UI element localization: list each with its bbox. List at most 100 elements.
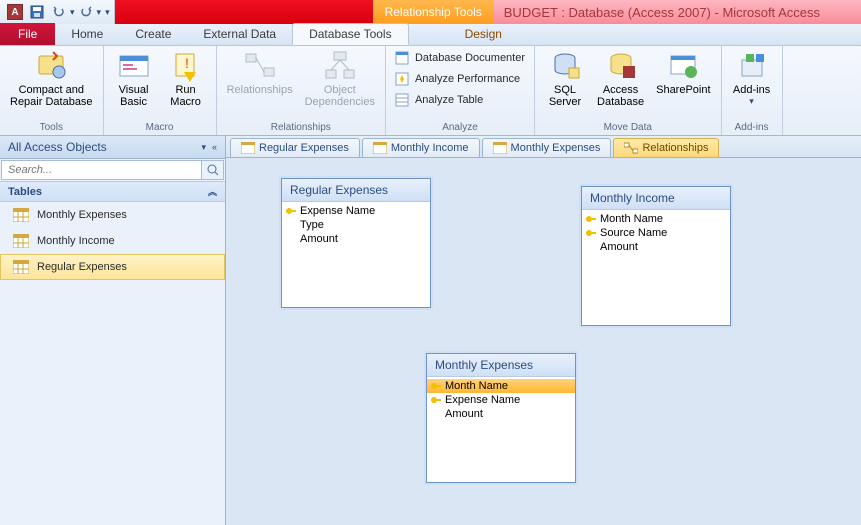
redo-icon[interactable] [77,3,95,21]
compact-repair-button[interactable]: Compact and Repair Database [6,48,97,110]
relationships-label: Relationships [227,84,293,96]
field-expense-name[interactable]: Expense Name [427,393,575,407]
field-amount[interactable]: Amount [427,407,575,421]
quick-access-toolbar: A ▾ ▾ ▾ [0,0,115,24]
group-tools: Compact and Repair Database Tools [0,46,104,135]
chevron-up-icon: ︽ [208,185,217,198]
search-input[interactable] [2,161,201,179]
group-analyze: Database Documenter Analyze Performance … [386,46,535,135]
nav-header[interactable]: All Access Objects ▾ « [0,136,225,159]
doctab-label: Regular Expenses [259,142,349,154]
table-window-title: Regular Expenses [282,179,430,202]
save-icon[interactable] [28,3,46,21]
work-area: Regular Expenses Monthly Income Monthly … [226,136,861,525]
table-window-body: Expense Name Type Amount [282,202,430,282]
group-analyze-label: Analyze [392,121,528,134]
access-database-label: Access Database [597,84,644,108]
addins-button[interactable]: Add-ins ▾ [728,48,776,109]
field-amount[interactable]: Amount [282,232,430,246]
nav-item-label: Regular Expenses [37,261,127,273]
group-addins-label: Add-ins [728,121,776,134]
doctab-regular-expenses[interactable]: Regular Expenses [230,138,360,157]
table-window-body: Month Name Source Name Amount [582,210,730,290]
field-month-name[interactable]: Month Name [427,379,575,393]
group-move-data-label: Move Data [541,121,715,134]
nav-item-monthly-expenses[interactable]: Monthly Expenses [0,202,225,228]
undo-dropdown-icon[interactable]: ▾ [70,7,75,18]
field-month-name[interactable]: Month Name [582,212,730,226]
group-tools-label: Tools [6,121,97,134]
nav-filter-dropdown-icon[interactable]: ▾ [201,142,206,153]
tab-file[interactable]: File [0,23,55,45]
group-move-data: SQL Server Access Database SharePoint Mo… [535,46,722,135]
ribbon-tabs: File Home Create External Data Database … [0,24,861,46]
tab-create[interactable]: Create [119,23,187,45]
main-area: All Access Objects ▾ « Tables ︽ Monthly … [0,136,861,525]
table-window-title: Monthly Expenses [427,354,575,377]
window-title: BUDGET : Database (Access 2007) - Micros… [494,0,861,24]
analyze-table-button[interactable]: Analyze Table [392,90,528,110]
navigation-pane: All Access Objects ▾ « Tables ︽ Monthly … [0,136,226,525]
database-documenter-button[interactable]: Database Documenter [392,48,528,68]
database-documenter-label: Database Documenter [415,52,525,64]
group-addins: Add-ins ▾ Add-ins [722,46,783,135]
run-macro-button[interactable]: ! Run Macro [162,48,210,110]
field-amount[interactable]: Amount [582,240,730,254]
table-window-title: Monthly Income [582,187,730,210]
sql-server-button[interactable]: SQL Server [541,48,589,110]
relationships-button[interactable]: Relationships [223,48,297,98]
title-bar: A ▾ ▾ ▾ Relationship Tools BUDGET : Data… [0,0,861,24]
sharepoint-label: SharePoint [656,84,710,96]
ribbon: Compact and Repair Database Tools Visual… [0,46,861,136]
object-dependencies-button[interactable]: Object Dependencies [301,48,379,110]
doctab-label: Relationships [642,142,708,154]
visual-basic-label: Visual Basic [119,84,149,108]
sql-server-label: SQL Server [549,84,581,108]
group-relationships: Relationships Object Dependencies Relati… [217,46,386,135]
svg-text:!: ! [185,55,189,71]
table-window-body: Month Name Expense Name Amount [427,377,575,457]
table-window-monthly-income[interactable]: Monthly Income Month Name Source Name Am… [581,186,731,326]
tab-database-tools[interactable]: Database Tools [292,23,409,45]
nav-item-label: Monthly Income [37,235,115,247]
tab-design[interactable]: Design [449,23,518,45]
group-relationships-label: Relationships [223,121,379,134]
analyze-table-label: Analyze Table [415,94,483,106]
compact-repair-label: Compact and Repair Database [10,84,93,108]
nav-collapse-icon[interactable]: « [212,142,217,153]
table-window-monthly-expenses[interactable]: Monthly Expenses Month Name Expense Name… [426,353,576,483]
nav-search [1,160,224,180]
field-source-name[interactable]: Source Name [582,226,730,240]
nav-section-tables[interactable]: Tables ︽ [0,181,225,202]
search-icon[interactable] [201,161,223,179]
doctab-monthly-income[interactable]: Monthly Income [362,138,480,157]
tab-external-data[interactable]: External Data [187,23,292,45]
relationships-canvas[interactable]: Regular Expenses Expense Name Type Amoun… [226,158,861,525]
field-expense-name[interactable]: Expense Name [282,204,430,218]
undo-icon[interactable] [50,3,68,21]
access-database-button[interactable]: Access Database [593,48,648,110]
tab-home[interactable]: Home [55,23,119,45]
group-macro: Visual Basic ! Run Macro Macro [104,46,217,135]
doctab-relationships[interactable]: Relationships [613,138,719,157]
analyze-performance-button[interactable]: Analyze Performance [392,69,528,89]
qat-customize-icon[interactable]: ▾ [105,7,110,18]
object-dependencies-label: Object Dependencies [305,84,375,108]
addins-button-label: Add-ins [733,84,770,96]
redo-dropdown-icon[interactable]: ▾ [97,7,102,18]
doctab-label: Monthly Income [391,142,469,154]
run-macro-label: Run Macro [170,84,201,108]
title-accent-bar [115,0,373,24]
doctab-label: Monthly Expenses [511,142,601,154]
app-logo: A [6,3,24,21]
nav-item-label: Monthly Expenses [37,209,127,221]
table-window-regular-expenses[interactable]: Regular Expenses Expense Name Type Amoun… [281,178,431,308]
field-type[interactable]: Type [282,218,430,232]
nav-item-monthly-income[interactable]: Monthly Income [0,228,225,254]
nav-item-regular-expenses[interactable]: Regular Expenses [0,254,225,280]
doctab-monthly-expenses[interactable]: Monthly Expenses [482,138,612,157]
nav-header-title: All Access Objects [8,140,107,154]
visual-basic-button[interactable]: Visual Basic [110,48,158,110]
sharepoint-button[interactable]: SharePoint [652,48,714,98]
group-macro-label: Macro [110,121,210,134]
